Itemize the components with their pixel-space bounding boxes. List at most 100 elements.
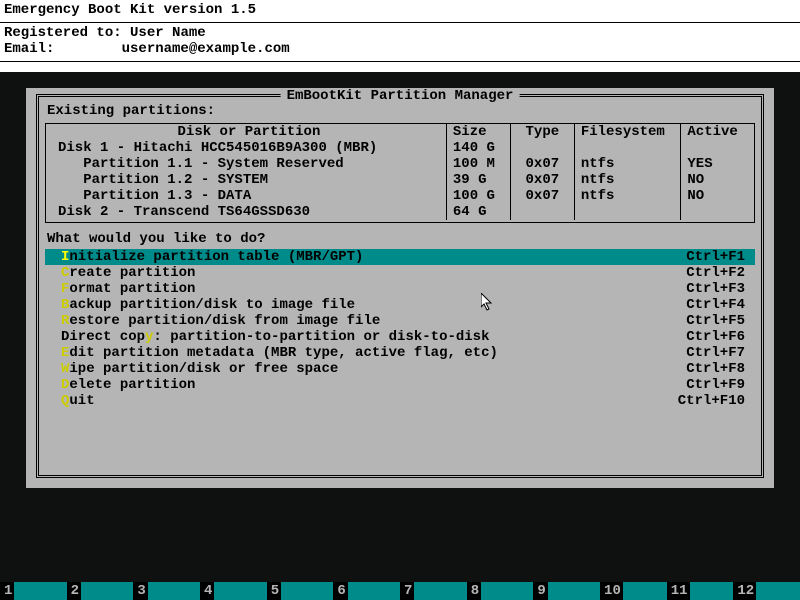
menu-item[interactable]: Backup partition/disk to image fileCtrl+… — [45, 297, 755, 313]
menu-shortcut: Ctrl+F8 — [686, 361, 745, 377]
partition-table-box: Disk or Partition Size Type Filesystem A… — [45, 123, 755, 223]
menu-hotkey: C — [61, 265, 69, 281]
menu-shortcut: Ctrl+F6 — [686, 329, 745, 345]
fn-number: 6 — [333, 583, 347, 599]
table-row[interactable]: Partition 1.1 - System Reserved100 M0x07… — [52, 156, 748, 172]
menu-shortcut: Ctrl+F3 — [686, 281, 745, 297]
fn-number: 1 — [0, 583, 14, 599]
fn-number: 4 — [200, 583, 214, 599]
menu-hotkey: I — [61, 249, 69, 265]
function-key-bar: 123456789101112 — [0, 582, 800, 600]
table-cell: 140 G — [446, 140, 510, 156]
table-row[interactable]: Disk 1 - Hitachi HCC545016B9A300 (MBR)14… — [52, 140, 748, 156]
menu-item[interactable]: Direct copy: partition-to-partition or d… — [45, 329, 755, 345]
menu-item-label: Edit partition metadata (MBR type, activ… — [61, 345, 686, 361]
partition-table: Disk or Partition Size Type Filesystem A… — [52, 124, 748, 220]
menu-item[interactable]: Format partitionCtrl+F3 — [45, 281, 755, 297]
table-row[interactable]: Partition 1.2 - SYSTEM39 G0x07ntfsNO — [52, 172, 748, 188]
menu-item[interactable]: Edit partition metadata (MBR type, activ… — [45, 345, 755, 361]
col-filesystem: Filesystem — [574, 124, 681, 140]
fn-slot[interactable]: 8 — [467, 582, 534, 600]
table-row[interactable]: Partition 1.3 - DATA100 G0x07ntfsNO — [52, 188, 748, 204]
menu-hotkey: B — [61, 297, 69, 313]
fn-slot[interactable]: 12 — [733, 582, 800, 600]
fn-slot[interactable]: 2 — [67, 582, 134, 600]
fn-label-area — [481, 582, 533, 600]
terminal-area: EmBootKit Partition Manager Existing par… — [0, 72, 800, 600]
table-cell: YES — [681, 156, 748, 172]
registration-block: Registered to: User Name Email: username… — [0, 23, 800, 59]
menu-item-label: Backup partition/disk to image file — [61, 297, 686, 313]
table-cell — [681, 140, 748, 156]
table-cell: 39 G — [446, 172, 510, 188]
menu-hotkey: W — [61, 361, 69, 377]
fn-number: 2 — [67, 583, 81, 599]
col-size: Size — [446, 124, 510, 140]
menu-shortcut: Ctrl+F4 — [686, 297, 745, 313]
fn-slot[interactable]: 6 — [333, 582, 400, 600]
app-header: Emergency Boot Kit version 1.5 — [0, 0, 800, 20]
menu-item[interactable]: Wipe partition/disk or free spaceCtrl+F8 — [45, 361, 755, 377]
menu-item-label: Direct copy: partition-to-partition or d… — [61, 329, 686, 345]
fn-slot[interactable]: 9 — [533, 582, 600, 600]
fn-slot[interactable]: 4 — [200, 582, 267, 600]
menu-shortcut: Ctrl+F5 — [686, 313, 745, 329]
fn-number: 3 — [133, 583, 147, 599]
menu-hotkey: R — [61, 313, 69, 329]
menu-item[interactable]: Restore partition/disk from image fileCt… — [45, 313, 755, 329]
fn-slot[interactable]: 3 — [133, 582, 200, 600]
existing-partitions-label: Existing partitions: — [47, 103, 755, 119]
registered-to: Registered to: User Name — [4, 25, 796, 41]
menu-item[interactable]: Delete partitionCtrl+F9 — [45, 377, 755, 393]
fn-number: 7 — [400, 583, 414, 599]
table-cell: 0x07 — [510, 156, 574, 172]
table-cell — [510, 140, 574, 156]
action-prompt: What would you like to do? — [47, 231, 755, 247]
fn-number: 11 — [667, 583, 690, 599]
fn-slot[interactable]: 11 — [667, 582, 734, 600]
menu-shortcut: Ctrl+F2 — [686, 265, 745, 281]
table-cell: ntfs — [574, 188, 681, 204]
menu-shortcut: Ctrl+F10 — [678, 393, 745, 409]
fn-number: 10 — [600, 583, 623, 599]
fn-label-area — [348, 582, 400, 600]
menu-item[interactable]: Initialize partition table (MBR/GPT)Ctrl… — [45, 249, 755, 265]
col-type: Type — [510, 124, 574, 140]
fn-label-area — [81, 582, 133, 600]
fn-label-area — [14, 582, 66, 600]
fn-number: 12 — [733, 583, 756, 599]
table-cell — [510, 204, 574, 220]
table-row[interactable]: Disk 2 - Transcend TS64GSSD63064 G — [52, 204, 748, 220]
registration-email: Email: username@example.com — [4, 41, 796, 57]
menu-item-label: Restore partition/disk from image file — [61, 313, 686, 329]
header-separator-2 — [0, 61, 800, 62]
fn-label-area — [756, 582, 800, 600]
table-cell: Partition 1.1 - System Reserved — [52, 156, 446, 172]
fn-slot[interactable]: 1 — [0, 582, 67, 600]
menu-item-label: Wipe partition/disk or free space — [61, 361, 686, 377]
menu-shortcut: Ctrl+F1 — [686, 249, 745, 265]
menu-item[interactable]: QuitCtrl+F10 — [45, 393, 755, 409]
fn-slot[interactable]: 7 — [400, 582, 467, 600]
fn-label-area — [214, 582, 266, 600]
partition-manager-panel: EmBootKit Partition Manager Existing par… — [26, 88, 774, 488]
fn-slot[interactable]: 10 — [600, 582, 667, 600]
table-cell: NO — [681, 188, 748, 204]
fn-number: 8 — [467, 583, 481, 599]
table-cell: ntfs — [574, 172, 681, 188]
table-cell: Disk 1 - Hitachi HCC545016B9A300 (MBR) — [52, 140, 446, 156]
menu-item-label: Delete partition — [61, 377, 686, 393]
table-cell: Partition 1.3 - DATA — [52, 188, 446, 204]
panel-border: EmBootKit Partition Manager Existing par… — [36, 94, 764, 478]
partition-table-body: Disk 1 - Hitachi HCC545016B9A300 (MBR)14… — [52, 140, 748, 220]
action-menu: Initialize partition table (MBR/GPT)Ctrl… — [45, 249, 755, 409]
panel-title: EmBootKit Partition Manager — [281, 88, 520, 104]
menu-item-label: Format partition — [61, 281, 686, 297]
app-title: Emergency Boot Kit version 1.5 — [4, 2, 796, 18]
col-active: Active — [681, 124, 748, 140]
fn-label-area — [690, 582, 734, 600]
table-cell: Disk 2 - Transcend TS64GSSD630 — [52, 204, 446, 220]
table-cell: 0x07 — [510, 172, 574, 188]
fn-slot[interactable]: 5 — [267, 582, 334, 600]
menu-item[interactable]: Create partitionCtrl+F2 — [45, 265, 755, 281]
